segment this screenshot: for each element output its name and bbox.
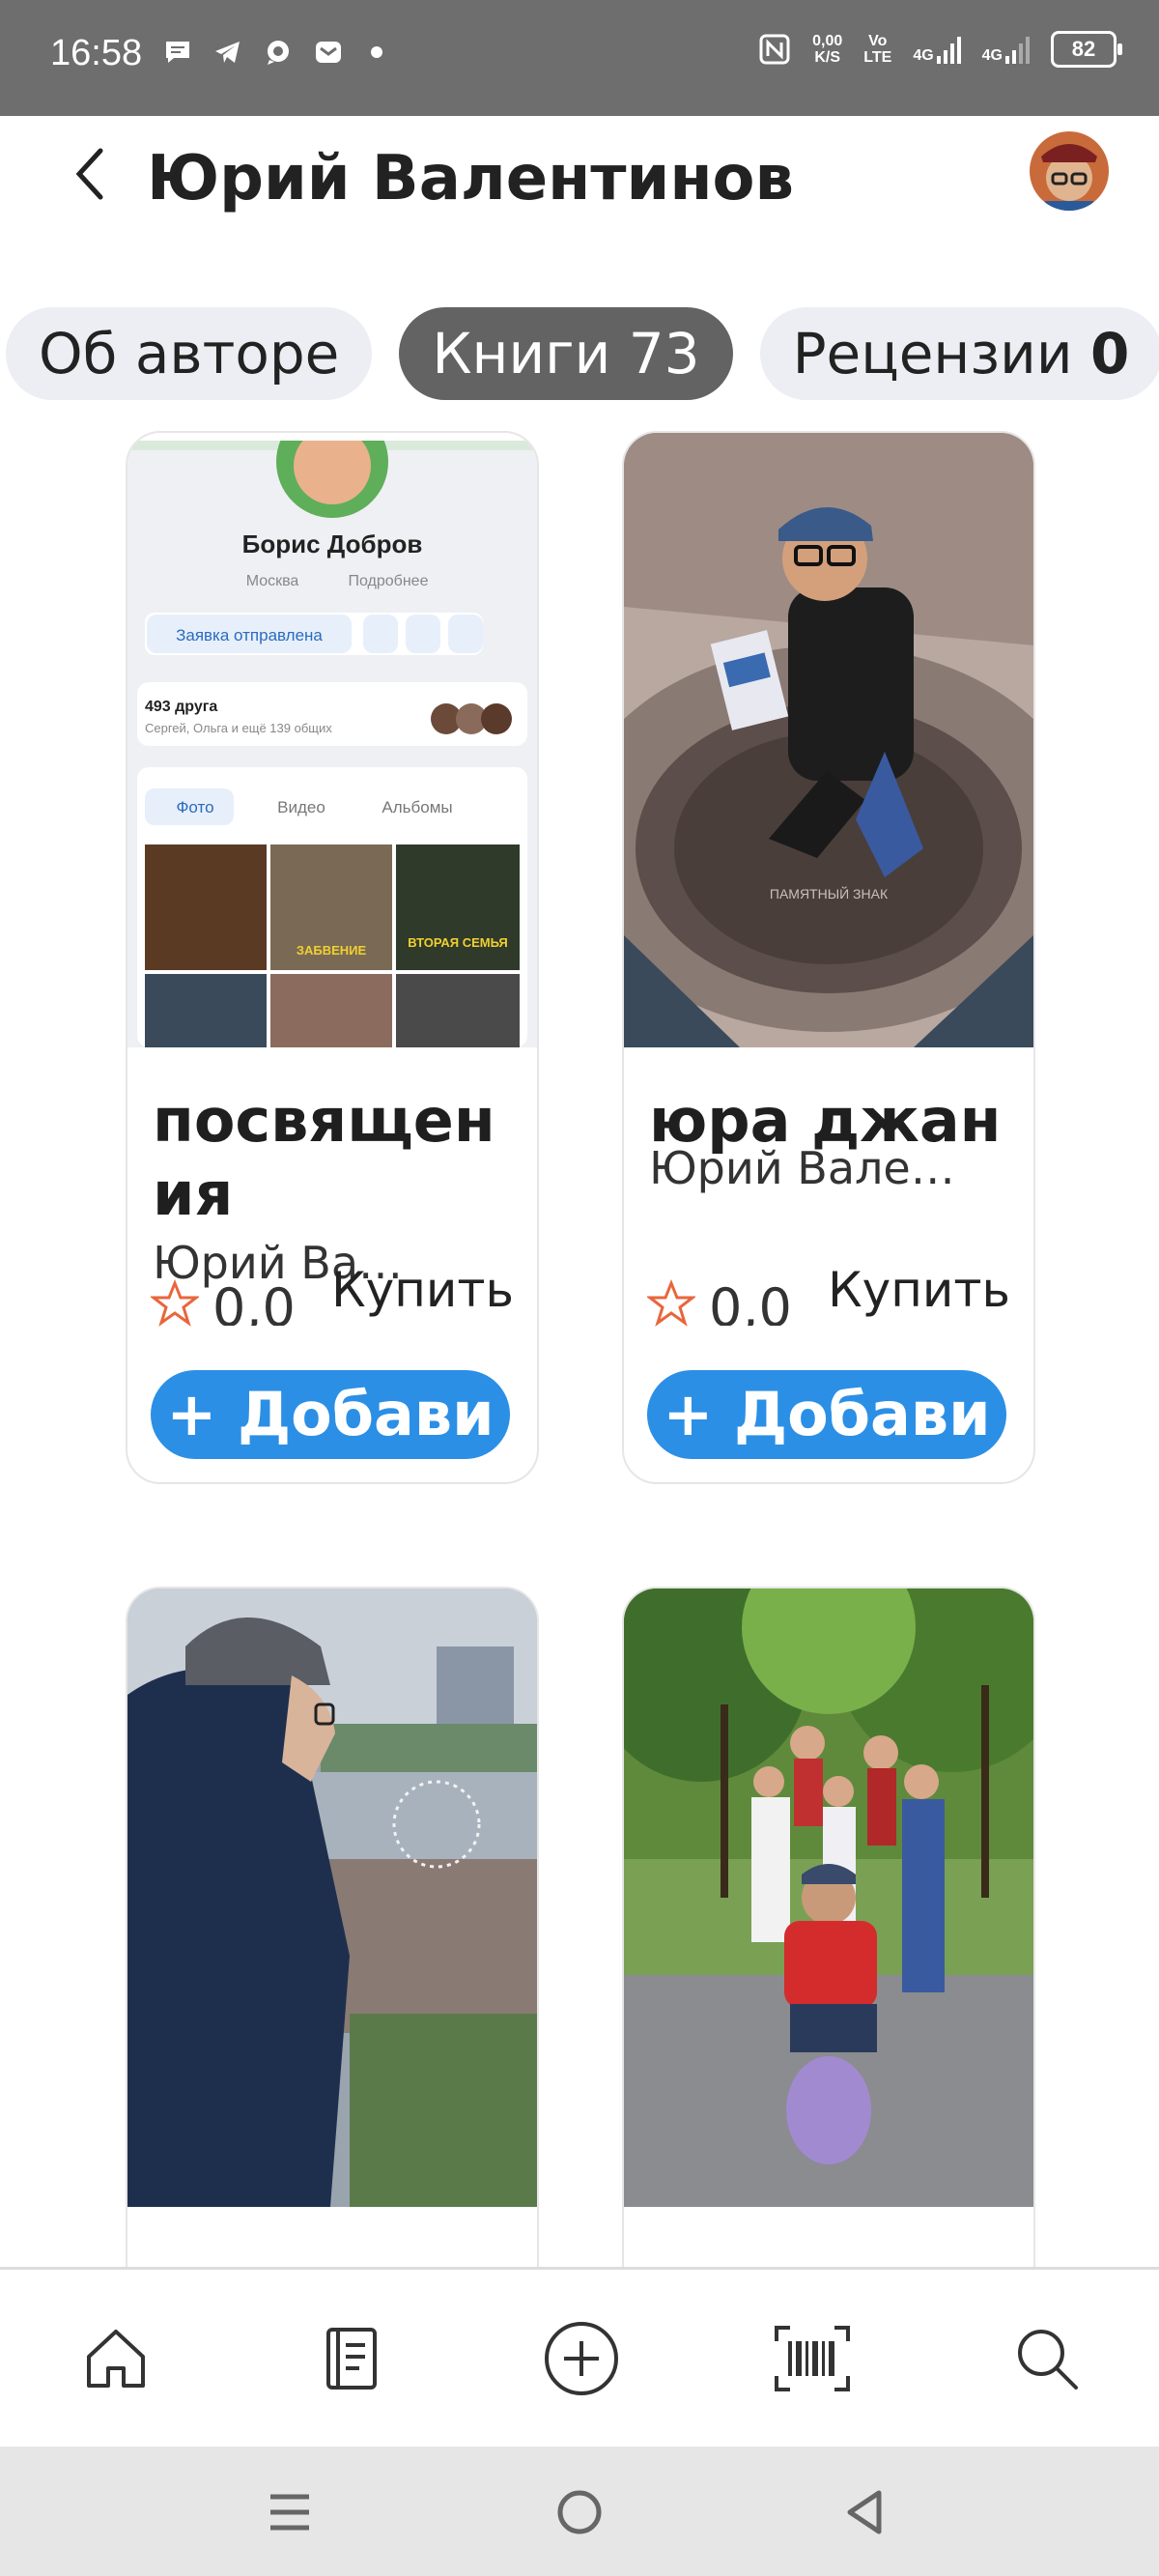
avatar[interactable] (1030, 131, 1109, 211)
buy-link[interactable]: Купить (331, 1262, 514, 1318)
volte-indicator: Vo LTE (863, 33, 892, 66)
back-triangle-icon[interactable] (834, 2481, 896, 2543)
book-cover[interactable] (624, 1589, 1033, 2207)
cover-tab-albums: Альбомы (382, 798, 452, 816)
book-card[interactable]: ПАМЯТНЫЙ ЗНАК юра джан Юрий Вале… 0,0 Ку… (622, 431, 1035, 1484)
back-arrow-icon[interactable] (64, 145, 122, 203)
add-button[interactable]: + Добави (151, 1370, 510, 1459)
search-icon[interactable] (1012, 2324, 1082, 2393)
cover-friends: 493 друга (145, 699, 217, 715)
network-speed: 0,00 K/S (812, 33, 843, 66)
cover-profile-name: Борис Добров (242, 530, 423, 558)
mail-icon (316, 42, 341, 63)
bottom-nav (0, 2267, 1159, 2449)
signal-bars-icon (1005, 37, 1030, 64)
book-card[interactable] (126, 1587, 539, 2325)
cover-more: Подробнее (349, 573, 429, 589)
book-cover[interactable] (127, 1589, 537, 2207)
star-icon[interactable] (151, 1279, 199, 1328)
book-cover[interactable]: ПАМЯТНЫЙ ЗНАК (624, 433, 1033, 1047)
barcode-icon[interactable] (773, 2324, 852, 2393)
cover-thumb-label: ЗАБВЕНИЕ (297, 943, 367, 958)
page-title: Юрий Валентинов (147, 143, 794, 215)
cover-request: Заявка отправлена (176, 626, 323, 644)
tab-books[interactable]: Книги 73 (399, 307, 733, 400)
chat-bubble-icon (268, 41, 289, 65)
clock: 16:58 (50, 33, 143, 73)
book-title: посвящения (153, 1085, 495, 1229)
book-card[interactable] (622, 1587, 1035, 2325)
tab-reviews[interactable]: Рецензии 0 (759, 307, 1159, 400)
book-card[interactable]: Борис Добров Москва Подробнее Заявка отп… (126, 431, 539, 1484)
cover-tab-photo: Фото (176, 798, 213, 816)
book-cover[interactable]: Борис Добров Москва Подробнее Заявка отп… (127, 433, 537, 1047)
add-icon[interactable] (543, 2320, 620, 2397)
home-circle-icon[interactable] (549, 2481, 610, 2543)
notification-dot-icon (371, 46, 382, 58)
menu-icon[interactable] (259, 2481, 321, 2543)
cover-friends-sub: Сергей, Ольга и ещё 139 общих (145, 721, 332, 735)
signal-2: 4G (982, 35, 1030, 64)
add-button[interactable]: + Добави (647, 1370, 1006, 1459)
cover-location: Москва (246, 573, 299, 589)
rating-value: 0,0 (709, 1277, 792, 1326)
rating-value: 0,0 (212, 1277, 296, 1326)
home-icon[interactable] (81, 2324, 151, 2393)
battery-indicator: 82 (1051, 31, 1122, 68)
cover-tab-video: Видео (277, 798, 325, 816)
tabs: Об авторе Книги 73 Рецензии 0 (6, 307, 1159, 400)
star-icon[interactable] (647, 1279, 695, 1328)
cover-plaque: ПАМЯТНЫЙ ЗНАК (770, 885, 889, 902)
book-icon[interactable] (317, 2324, 386, 2393)
tab-about-author[interactable]: Об авторе (6, 307, 373, 400)
status-bar: 16:58 0,00 K/S Vo LTE 4G 4G 82 (0, 0, 1159, 116)
cover-thumb-label: ВТОРАЯ СЕМЬЯ (408, 935, 508, 950)
book-author: Юрий Вале… (649, 1142, 955, 1194)
nfc-icon (759, 34, 790, 65)
signal-1: 4G (913, 35, 961, 64)
telegram-icon (215, 42, 240, 63)
message-icon (166, 42, 189, 63)
system-nav-bar (0, 2447, 1159, 2576)
buy-link[interactable]: Купить (828, 1262, 1010, 1318)
signal-bars-icon (936, 37, 961, 64)
